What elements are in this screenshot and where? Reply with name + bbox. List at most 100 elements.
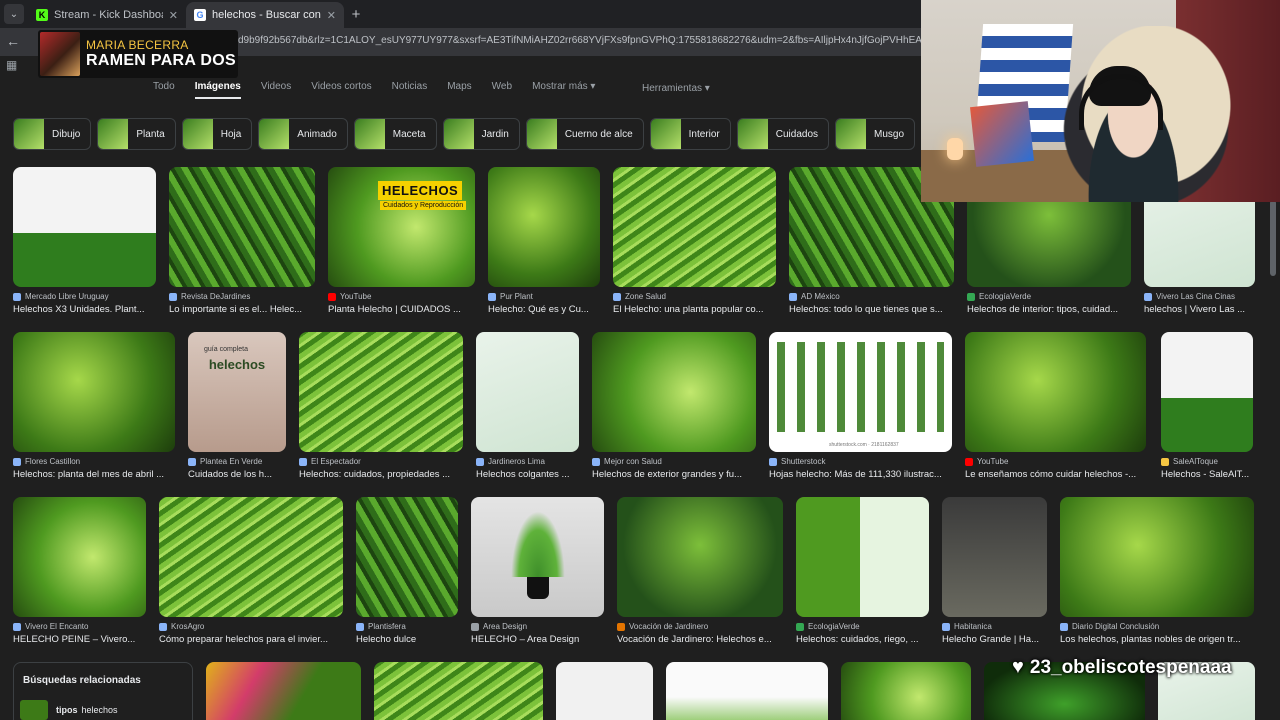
chip-animado[interactable]: Animado: [258, 118, 348, 150]
result-caption[interactable]: Helechos X3 Unidades. Plant...: [13, 304, 156, 315]
image-result[interactable]: Area Design HELECHO – Area Design: [471, 497, 604, 645]
image-result[interactable]: guía completa helechos Plantea En Verde …: [188, 332, 286, 480]
result-caption[interactable]: Helechos de exterior grandes y fu...: [592, 469, 756, 480]
result-thumbnail[interactable]: [1060, 497, 1254, 617]
tab-videos[interactable]: Videos: [261, 81, 291, 99]
result-thumbnail[interactable]: [476, 332, 579, 452]
result-thumbnail[interactable]: [617, 497, 783, 617]
image-result[interactable]: [841, 662, 971, 720]
result-thumbnail[interactable]: [556, 662, 653, 720]
page-scrollbar[interactable]: [1270, 200, 1276, 276]
image-result[interactable]: Pur Plant Helecho: Qué es y Cu...: [488, 167, 600, 315]
result-thumbnail[interactable]: [169, 167, 315, 287]
chip-maceta[interactable]: Maceta: [353, 118, 437, 150]
image-result[interactable]: [556, 662, 653, 720]
result-caption[interactable]: Helecho Grande | Ha...: [942, 634, 1047, 645]
result-thumbnail[interactable]: [613, 167, 776, 287]
chip-musgo[interactable]: Musgo: [835, 118, 916, 150]
chip-dibujo[interactable]: Dibujo: [13, 118, 92, 150]
result-caption[interactable]: Lo importante si es el... Helec...: [169, 304, 315, 315]
image-result[interactable]: Revista DeJardines Lo importante si es e…: [169, 167, 315, 315]
image-result[interactable]: Plantisfera Helecho dulce: [356, 497, 458, 645]
result-thumbnail[interactable]: [488, 167, 600, 287]
result-caption[interactable]: HELECHO PEINE – Vivero...: [13, 634, 146, 645]
result-caption[interactable]: Cómo preparar helechos para el invier...: [159, 634, 343, 645]
image-result[interactable]: Mejor con Salud Helechos de exterior gra…: [592, 332, 756, 480]
image-result[interactable]: Zone Salud El Helecho: una planta popula…: [613, 167, 776, 315]
image-result[interactable]: shutterstock.com · 2181162837 Shuttersto…: [769, 332, 952, 480]
image-result[interactable]: Habitanica Helecho Grande | Ha...: [942, 497, 1047, 645]
tab-noticias[interactable]: Noticias: [392, 81, 428, 99]
chip-interior[interactable]: Interior: [649, 118, 731, 150]
image-result[interactable]: [206, 662, 361, 720]
result-caption[interactable]: HELECHO – Area Design: [471, 634, 604, 645]
result-caption[interactable]: Helecho: Qué es y Cu...: [488, 304, 600, 315]
image-result[interactable]: KrosAgro Cómo preparar helechos para el …: [159, 497, 343, 645]
tools-button[interactable]: Herramientas ▾: [642, 83, 710, 94]
image-result[interactable]: El Espectador Helechos: cuidados, propie…: [299, 332, 463, 480]
result-thumbnail[interactable]: [965, 332, 1146, 452]
result-caption[interactable]: Los helechos, plantas nobles de origen t…: [1060, 634, 1254, 645]
chip-cuidados[interactable]: Cuidados: [736, 118, 830, 150]
image-result[interactable]: Jardineros Lima Helechos colgantes ...: [476, 332, 579, 480]
result-thumbnail[interactable]: [159, 497, 343, 617]
result-caption[interactable]: Helechos: todo lo que tienes que s...: [789, 304, 954, 315]
result-thumbnail[interactable]: HELECHOS Cuidados y Reproducción: [328, 167, 475, 287]
result-thumbnail[interactable]: [592, 332, 756, 452]
image-result[interactable]: Vocación de Jardinero Vocación de Jardin…: [617, 497, 783, 645]
result-thumbnail[interactable]: [796, 497, 929, 617]
tab-close-icon[interactable]: ✕: [327, 9, 336, 22]
tab-google-search[interactable]: G helechos - Buscar con Google ✕: [186, 2, 344, 28]
result-caption[interactable]: Helechos: planta del mes de abril ...: [13, 469, 175, 480]
result-caption[interactable]: Cuidados de los h...: [188, 469, 286, 480]
result-thumbnail[interactable]: [666, 662, 828, 720]
chip-jardin[interactable]: Jardin: [442, 118, 520, 150]
result-caption[interactable]: Helechos - SaleAlT...: [1161, 469, 1253, 480]
result-caption[interactable]: Hojas helecho: Más de 111,330 ilustrac..…: [769, 469, 952, 480]
image-result[interactable]: Mercado Libre Uruguay Helechos X3 Unidad…: [13, 167, 156, 315]
related-search-item[interactable]: tipos helechos: [20, 699, 118, 720]
tab-search-icon[interactable]: ⌄: [4, 4, 24, 24]
tab-imagenes[interactable]: Imágenes: [194, 81, 241, 99]
image-result[interactable]: YouTube Le enseñamos cómo cuidar helecho…: [965, 332, 1146, 480]
result-thumbnail[interactable]: [1161, 332, 1253, 452]
address-bar[interactable]: d9b9f92b567db&rlz=1C1ALOY_esUY977UY977&s…: [238, 35, 988, 46]
result-caption[interactable]: helechos | Vivero Las ...: [1144, 304, 1255, 315]
result-thumbnail[interactable]: [13, 332, 175, 452]
result-thumbnail[interactable]: [471, 497, 604, 617]
result-thumbnail[interactable]: [13, 497, 146, 617]
result-thumbnail[interactable]: [13, 167, 156, 287]
result-thumbnail[interactable]: [206, 662, 361, 720]
result-caption[interactable]: Helechos de interior: tipos, cuidad...: [967, 304, 1131, 315]
grid-icon[interactable]: ▦: [6, 58, 17, 72]
result-caption[interactable]: Helechos colgantes ...: [476, 469, 579, 480]
image-result[interactable]: SaleAlToque Helechos - SaleAlT...: [1161, 332, 1253, 480]
result-caption[interactable]: El Helecho: una planta popular co...: [613, 304, 776, 315]
image-result[interactable]: HELECHOS Cuidados y Reproducción YouTube…: [328, 167, 475, 315]
result-caption[interactable]: Le enseñamos cómo cuidar helechos -...: [965, 469, 1146, 480]
tab-web[interactable]: Web: [492, 81, 512, 99]
result-caption[interactable]: Helecho dulce: [356, 634, 458, 645]
result-caption[interactable]: Planta Helecho | CUIDADOS ...: [328, 304, 475, 315]
result-thumbnail[interactable]: guía completa helechos: [188, 332, 286, 452]
image-result[interactable]: Flores Castillon Helechos: planta del me…: [13, 332, 175, 480]
tab-maps[interactable]: Maps: [447, 81, 471, 99]
result-thumbnail[interactable]: shutterstock.com · 2181162837: [769, 332, 952, 452]
result-thumbnail[interactable]: [942, 497, 1047, 617]
tab-todo[interactable]: Todo: [153, 81, 175, 99]
image-result[interactable]: [374, 662, 543, 720]
new-tab-button[interactable]: +: [344, 2, 368, 26]
result-caption[interactable]: Helechos: cuidados, riego, ...: [796, 634, 929, 645]
chip-planta[interactable]: Planta: [97, 118, 176, 150]
tab-kick-dashboard[interactable]: K Stream - Kick Dashboard ✕: [28, 2, 186, 28]
result-thumbnail[interactable]: [841, 662, 971, 720]
chip-hoja[interactable]: Hoja: [181, 118, 253, 150]
image-result[interactable]: Vivero El Encanto HELECHO PEINE – Vivero…: [13, 497, 146, 645]
result-thumbnail[interactable]: [374, 662, 543, 720]
tab-close-icon[interactable]: ✕: [169, 9, 178, 22]
tab-mostrar-mas[interactable]: Mostrar más ▾: [532, 81, 595, 99]
image-result[interactable]: EcologiaVerde Helechos: cuidados, riego,…: [796, 497, 929, 645]
image-result[interactable]: Diario Digital Conclusión Los helechos, …: [1060, 497, 1254, 645]
result-thumbnail[interactable]: [299, 332, 463, 452]
result-thumbnail[interactable]: [356, 497, 458, 617]
